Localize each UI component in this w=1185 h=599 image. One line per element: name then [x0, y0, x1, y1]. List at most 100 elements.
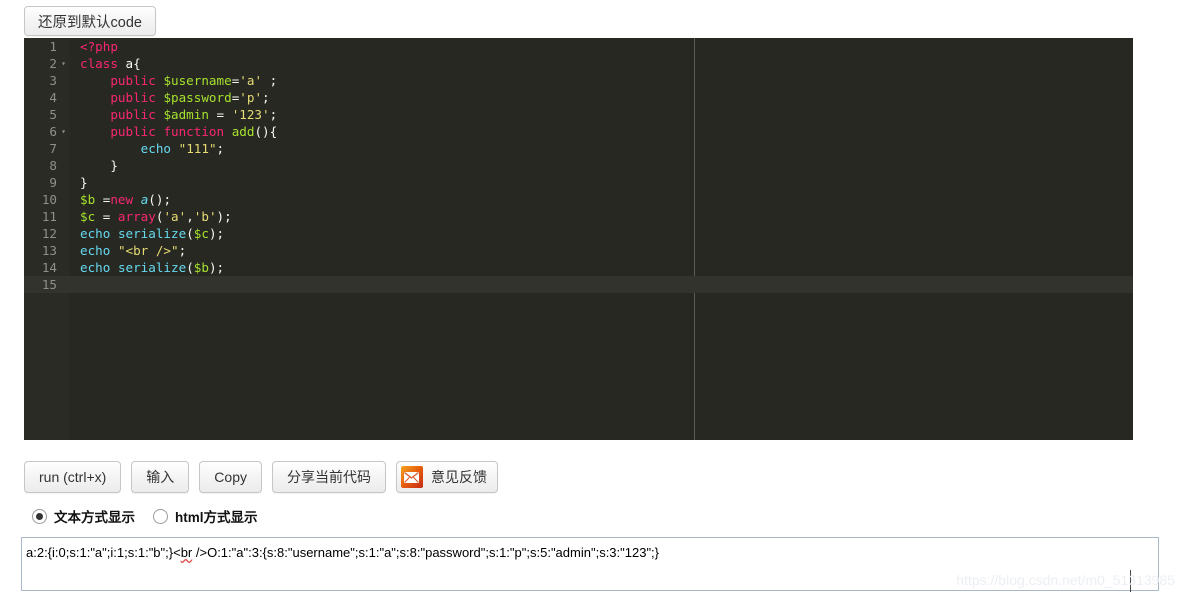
code-line[interactable]: 4 public $password='p';: [24, 89, 1133, 106]
code-line[interactable]: 6 ▾ public function add(){: [24, 123, 1133, 140]
code-token: ;: [178, 243, 187, 258]
code-line[interactable]: 14 echo serialize($b);: [24, 259, 1133, 276]
line-code: }: [70, 174, 88, 191]
line-number: 10: [41, 192, 57, 207]
radio-button-icon[interactable]: [32, 508, 47, 524]
code-token: array: [117, 209, 156, 224]
code-token: a: [125, 56, 134, 71]
line-code: echo serialize($b);: [70, 259, 224, 276]
line-number: 1: [49, 39, 57, 54]
code-token: public: [110, 107, 156, 122]
code-token: new: [110, 192, 134, 207]
mail-icon: [400, 466, 423, 488]
code-token: echo: [80, 243, 111, 258]
line-code: public $password='p';: [70, 89, 269, 106]
line-code: public $username='a' ;: [70, 72, 277, 89]
line-number: 12: [41, 226, 57, 241]
code-line[interactable]: 15: [24, 276, 1133, 293]
line-code: <?php: [70, 38, 118, 55]
code-token: );: [208, 226, 225, 241]
share-code-button[interactable]: 分享当前代码: [271, 461, 386, 493]
code-token: ;: [262, 73, 278, 88]
line-number: 7: [49, 141, 57, 156]
code-line[interactable]: 8 }: [24, 157, 1133, 174]
code-token: 'a': [239, 73, 263, 88]
run-button[interactable]: run (ctrl+x): [24, 461, 122, 493]
code-token: echo: [80, 226, 111, 241]
code-line[interactable]: 1 <?php: [24, 38, 1133, 55]
code-token: echo: [80, 260, 111, 275]
line-number: 5: [49, 107, 57, 122]
output-textarea[interactable]: a:2:{i:0;s:1:"a";i:1;s:1:"b";}<br />O:1:…: [21, 537, 1159, 591]
fold-toggle-icon[interactable]: ▾: [57, 123, 70, 140]
line-code: }: [70, 157, 118, 174]
line-number: 11: [41, 209, 57, 224]
code-token: public: [110, 124, 156, 139]
code-content[interactable]: 1 <?php 2 ▾ class a{3 public $username='a' ;…: [24, 38, 1133, 293]
code-line[interactable]: 13 echo "<br />";: [24, 242, 1133, 259]
code-token: {: [133, 56, 141, 71]
code-token: <?php: [80, 39, 118, 54]
code-token: '123': [231, 107, 270, 122]
output-text: a:2:{i:0;s:1:"a";i:1;s:1:"b";}<br />O:1:…: [26, 544, 1154, 561]
code-line[interactable]: 7 echo "111";: [24, 140, 1133, 157]
code-token: }: [80, 158, 118, 173]
line-number: 13: [41, 243, 57, 258]
code-token: "111": [178, 141, 217, 156]
display-mode-option-1[interactable]: html方式显示: [153, 506, 258, 526]
line-code: public $admin = '123';: [70, 106, 277, 123]
line-code: public function add(){: [70, 123, 277, 140]
code-line[interactable]: 10 $b =new a();: [24, 191, 1133, 208]
line-code: $c = array('a','b');: [70, 208, 232, 225]
action-button-row: run (ctrl+x) 输入 Copy 分享当前代码 意见反馈: [24, 461, 498, 493]
code-token: function: [163, 124, 225, 139]
code-line[interactable]: 5 public $admin = '123';: [24, 106, 1133, 123]
code-token: }: [80, 175, 88, 190]
code-line[interactable]: 11 $c = array('a','b');: [24, 208, 1133, 225]
code-token: class: [80, 56, 118, 71]
input-button[interactable]: 输入: [131, 461, 190, 493]
display-mode-option-label: 文本方式显示: [54, 510, 135, 525]
code-token: (: [186, 260, 194, 275]
line-number: 4: [49, 90, 57, 105]
code-token: );: [216, 209, 232, 224]
code-token: 'b': [193, 209, 217, 224]
line-number: 6: [49, 124, 57, 139]
line-number: 8: [49, 158, 57, 173]
line-number: 2: [49, 56, 57, 71]
line-code: $b =new a();: [70, 191, 171, 208]
line-number: 14: [41, 260, 57, 275]
radio-button-icon[interactable]: [153, 508, 168, 524]
display-mode-option-0[interactable]: 文本方式显示: [32, 506, 135, 526]
code-token: serialize: [117, 260, 187, 275]
copy-button[interactable]: Copy: [199, 461, 262, 493]
code-token: =: [208, 107, 232, 122]
code-token: 'a': [163, 209, 187, 224]
code-line[interactable]: 12 echo serialize($c);: [24, 225, 1133, 242]
code-line[interactable]: 2 ▾ class a{: [24, 55, 1133, 72]
output-text-part2: />O:1:"a":3:{s:8:"username";s:1:"a";s:8:…: [192, 545, 660, 560]
code-line[interactable]: 3 public $username='a' ;: [24, 72, 1133, 89]
display-mode-option-label: html方式显示: [175, 510, 258, 525]
code-token: );: [208, 260, 225, 275]
code-token: "<br />": [117, 243, 179, 258]
code-token: serialize: [117, 226, 187, 241]
feedback-button[interactable]: 意见反馈: [395, 461, 498, 493]
code-token: ;: [216, 141, 225, 156]
restore-default-code-button[interactable]: 还原到默认code: [24, 6, 156, 36]
code-token: $b: [193, 260, 209, 275]
code-token: ;: [269, 107, 278, 122]
code-editor[interactable]: 1 <?php 2 ▾ class a{3 public $username='a' ;…: [24, 38, 1133, 440]
code-line[interactable]: 9}: [24, 174, 1133, 191]
fold-toggle-icon[interactable]: ▾: [57, 55, 70, 72]
